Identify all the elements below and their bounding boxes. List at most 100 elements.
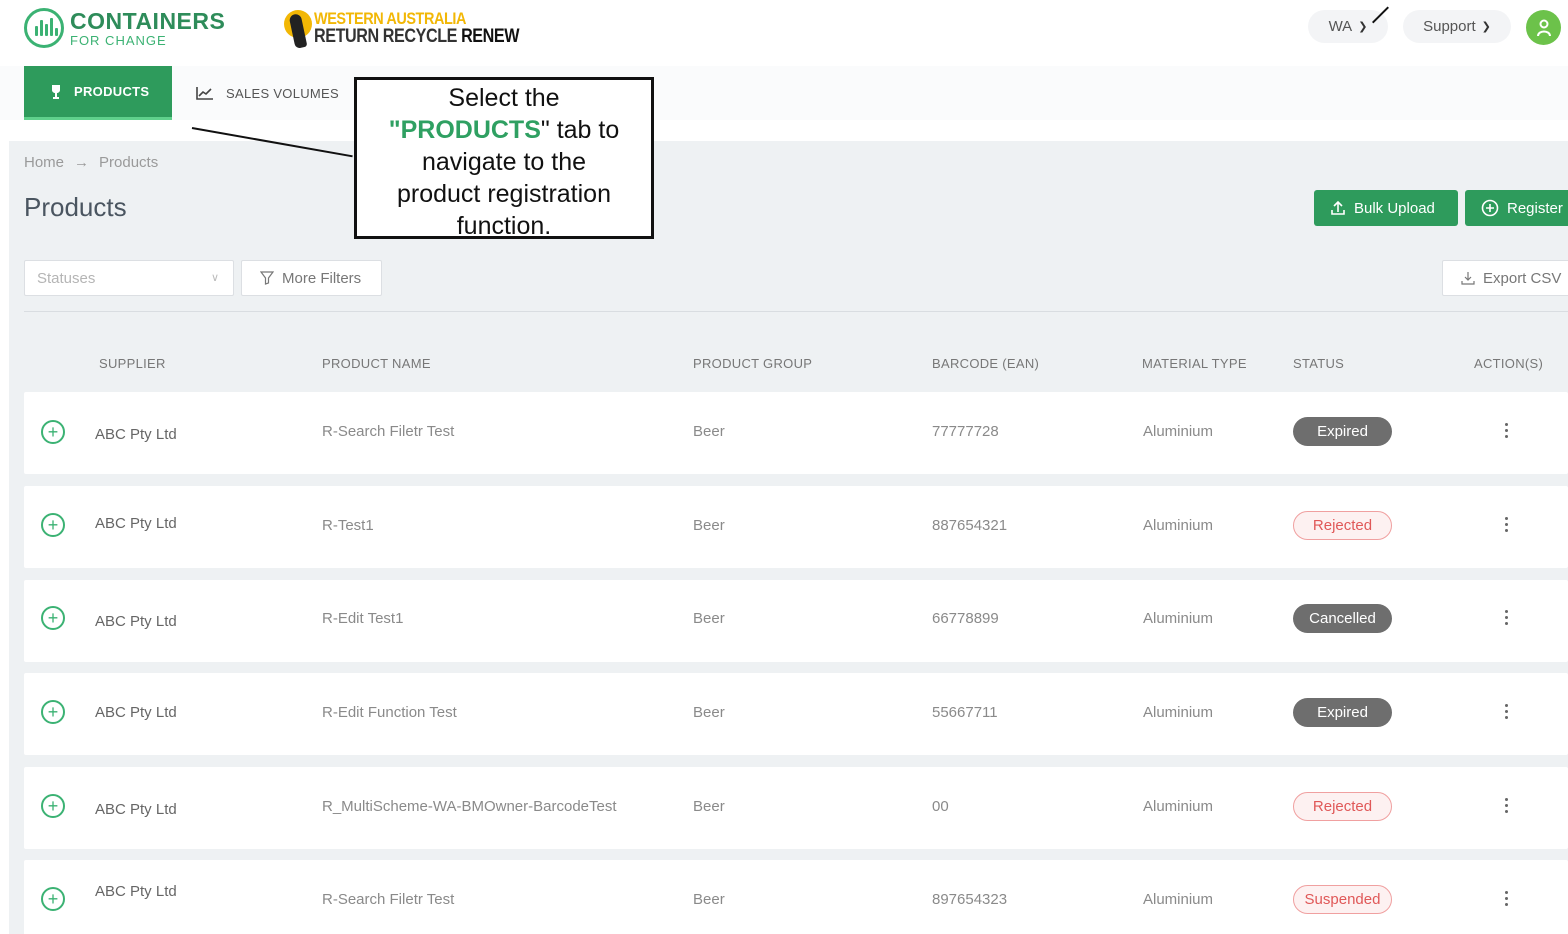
- more-filters-label: More Filters: [282, 269, 362, 287]
- bottle-icon: [52, 84, 60, 99]
- user-icon: [1536, 19, 1551, 36]
- more-actions-icon[interactable]: [1502, 798, 1510, 813]
- callout-highlight: PRODUCTS: [400, 116, 541, 144]
- main-tabs: PRODUCTS SALES VOLUMES: [0, 66, 1568, 120]
- callout-quote-open: ": [388, 116, 401, 144]
- expand-row-icon[interactable]: +: [41, 606, 65, 630]
- column-header-product-name[interactable]: PRODUCT NAME: [322, 356, 431, 371]
- column-header-supplier[interactable]: SUPPLIER: [99, 356, 166, 371]
- cell-product-group: Beer: [693, 891, 725, 908]
- expand-row-icon[interactable]: +: [41, 794, 65, 818]
- cell-product-name: R-Search Filetr Test: [322, 423, 455, 440]
- cell-product-name: R-Edit Function Test: [322, 704, 457, 721]
- tab-sales-volumes-label: SALES VOLUMES: [226, 85, 339, 101]
- callout-line-2-rest: " tab to: [540, 116, 620, 144]
- table-row[interactable]: + ABC Pty Ltd R-Edit Function Test Beer …: [24, 673, 1568, 755]
- cell-barcode: 897654323: [932, 891, 1008, 908]
- tab-products[interactable]: PRODUCTS: [24, 66, 172, 120]
- cell-material: Aluminium: [1143, 423, 1214, 440]
- callout-line-1: Select the: [448, 84, 560, 112]
- table-row[interactable]: + ABC Pty Ltd R_MultiScheme-WA-BMOwner-B…: [24, 767, 1568, 849]
- cell-product-group: Beer: [693, 610, 725, 627]
- export-csv-button[interactable]: Export CSV: [1442, 260, 1568, 296]
- more-actions-icon[interactable]: [1502, 610, 1510, 625]
- column-header-barcode[interactable]: BARCODE (EAN): [932, 356, 1039, 371]
- more-actions-icon[interactable]: [1502, 423, 1510, 438]
- status-badge: Rejected: [1293, 792, 1392, 821]
- table-row[interactable]: + ABC Pty Ltd R-Test1 Beer 887654321 Alu…: [24, 486, 1568, 568]
- filter-icon: [260, 271, 274, 285]
- status-badge: Rejected: [1293, 511, 1392, 540]
- column-header-product-group[interactable]: PRODUCT GROUP: [693, 356, 812, 371]
- cell-supplier: ABC Pty Ltd: [95, 704, 177, 721]
- cell-barcode: 66778899: [932, 610, 999, 627]
- cell-product-group: Beer: [693, 798, 725, 815]
- column-header-status[interactable]: STATUS: [1293, 356, 1344, 371]
- containers-for-change-logo[interactable]: CONTAINERS FOR CHANGE: [24, 8, 225, 48]
- cell-supplier: ABC Pty Ltd: [95, 515, 177, 532]
- expand-row-icon[interactable]: +: [41, 700, 65, 724]
- cell-supplier: ABC Pty Ltd: [95, 883, 177, 900]
- upload-icon: [1331, 200, 1345, 215]
- support-label: Support: [1423, 18, 1476, 35]
- status-badge: Cancelled: [1293, 604, 1392, 633]
- cell-product-name: R-Edit Test1: [322, 610, 404, 627]
- more-actions-icon[interactable]: [1502, 517, 1510, 532]
- wa-logo-line2: RETURN RECYCLE: [314, 26, 457, 47]
- expand-row-icon[interactable]: +: [41, 887, 65, 911]
- register-button[interactable]: Register: [1465, 190, 1568, 226]
- cell-supplier: ABC Pty Ltd: [95, 801, 177, 818]
- cell-barcode: 887654321: [932, 517, 1008, 534]
- divider: [24, 311, 1568, 312]
- cell-material: Aluminium: [1143, 704, 1214, 721]
- cell-barcode: 77777728: [932, 423, 999, 440]
- status-badge: Expired: [1293, 698, 1392, 727]
- table-row[interactable]: + ABC Pty Ltd R-Search Filetr Test Beer …: [24, 860, 1568, 934]
- instruction-callout: Select the "PRODUCTS" tab to navigate to…: [354, 77, 654, 240]
- column-header-material-type[interactable]: MATERIAL TYPE: [1142, 356, 1247, 371]
- download-icon: [1461, 272, 1475, 285]
- more-actions-icon[interactable]: [1502, 891, 1510, 906]
- cell-supplier: ABC Pty Ltd: [95, 426, 177, 443]
- more-filters-button[interactable]: More Filters: [241, 260, 382, 296]
- cell-product-group: Beer: [693, 517, 725, 534]
- swan-icon: [282, 8, 312, 49]
- cell-barcode: 55667711: [932, 704, 998, 721]
- expand-row-icon[interactable]: +: [41, 513, 65, 537]
- table-row[interactable]: + ABC Pty Ltd R-Search Filetr Test Beer …: [24, 392, 1568, 474]
- chart-line-icon: [196, 87, 213, 100]
- bulk-upload-button[interactable]: Bulk Upload: [1314, 190, 1458, 226]
- logo-sub-text: FOR CHANGE: [70, 32, 167, 48]
- cell-material: Aluminium: [1143, 891, 1214, 908]
- callout-line-5: function.: [456, 212, 552, 240]
- chevron-down-icon: ∨: [210, 272, 219, 284]
- user-avatar[interactable]: [1526, 10, 1561, 45]
- statuses-placeholder: Statuses: [37, 269, 96, 287]
- breadcrumb-separator: →: [74, 154, 90, 171]
- cell-supplier: ABC Pty Ltd: [95, 613, 177, 630]
- support-menu[interactable]: Support ❯: [1403, 10, 1511, 43]
- status-badge: Expired: [1293, 417, 1392, 446]
- wa-logo-line1: WESTERN AUSTRALIA: [314, 9, 466, 28]
- logo-bars-icon: [24, 8, 64, 48]
- top-header: CONTAINERS FOR CHANGE WESTERN AUSTRALIA …: [0, 0, 1568, 66]
- cell-product-name: R-Test1: [322, 517, 374, 534]
- tab-products-label: PRODUCTS: [74, 84, 150, 99]
- logo-main-text: CONTAINERS: [70, 7, 226, 34]
- table-row[interactable]: + ABC Pty Ltd R-Edit Test1 Beer 66778899…: [24, 580, 1568, 662]
- cell-product-group: Beer: [693, 423, 725, 440]
- wa-scheme-logo: WESTERN AUSTRALIA RETURN RECYCLE RENEW: [282, 8, 555, 49]
- more-actions-icon[interactable]: [1502, 704, 1510, 719]
- chevron-down-icon: ❯: [1358, 21, 1368, 33]
- callout-line-3: navigate to the: [421, 148, 586, 176]
- cell-material: Aluminium: [1143, 798, 1214, 815]
- tab-sales-volumes[interactable]: SALES VOLUMES: [172, 66, 339, 120]
- breadcrumb-home[interactable]: Home: [24, 154, 64, 171]
- bulk-upload-label: Bulk Upload: [1354, 199, 1435, 217]
- statuses-select[interactable]: Statuses ∨: [24, 260, 234, 296]
- region-selector[interactable]: WA ❯: [1308, 10, 1388, 43]
- expand-row-icon[interactable]: +: [41, 420, 65, 444]
- breadcrumb: Home → Products: [24, 154, 158, 171]
- breadcrumb-current: Products: [99, 154, 159, 171]
- status-badge: Suspended: [1293, 885, 1392, 914]
